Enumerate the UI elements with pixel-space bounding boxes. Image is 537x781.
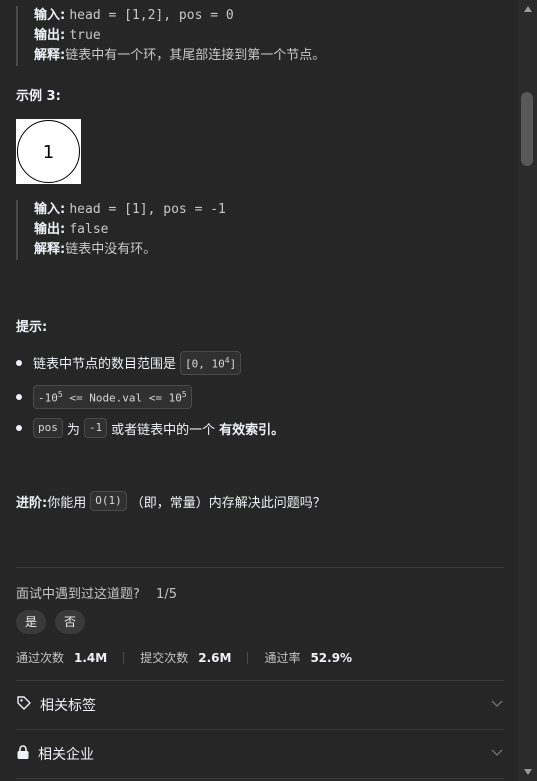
interview-count: 1/5: [156, 587, 177, 602]
hint-text: 为: [66, 422, 80, 438]
output-label: 输出:: [34, 28, 66, 43]
interview-question: 面试中遇到过这道题? 1/5: [16, 583, 177, 602]
bullet-dot: [16, 393, 22, 400]
hint-text: 链表中节点的数目范围是: [33, 357, 177, 373]
hints-heading: 提示:: [16, 320, 48, 335]
explain-label: 解释:: [34, 48, 66, 63]
divider: [16, 729, 504, 730]
input-label: 输入:: [34, 202, 66, 217]
bullet-dot: [16, 359, 22, 366]
chevron-down-icon: [490, 745, 504, 763]
related-companies-accordion[interactable]: 相关企业: [16, 739, 504, 769]
related-tags-accordion[interactable]: 相关标签: [16, 690, 504, 720]
scroll-down-arrow-icon[interactable]: [518, 765, 537, 779]
advanced-label: 进阶:: [16, 495, 48, 511]
accepted-label: 通过次数: [16, 651, 65, 665]
node-value: 1: [43, 142, 54, 163]
hint-code-pos: pos: [33, 418, 63, 438]
example-3-diagram: 1: [16, 119, 81, 184]
hint-item: pos 为 -1 或者链表中的一个 有效索引 。: [16, 418, 284, 438]
stats-row: 通过次数 1.4M 提交次数 2.6M 通过率 52.9%: [16, 649, 368, 666]
hint-code: [0, 104]: [180, 351, 242, 375]
advanced-code: O(1): [90, 491, 127, 511]
advanced-line: 进阶: 你能用 O(1) （即，常量）内存解决此问题吗？: [16, 491, 326, 511]
divider: [16, 680, 504, 681]
interview-question-text: 面试中遇到过这道题?: [16, 587, 140, 602]
lock-icon: [16, 744, 30, 764]
hint-code-neg1: -1: [83, 418, 108, 438]
input-label: 输入:: [34, 8, 66, 23]
rate-value: 52.9%: [310, 650, 353, 665]
list-node-circle: 1: [17, 120, 80, 183]
hint-bold: 有效索引: [219, 422, 272, 438]
accordion-label: 相关标签: [40, 698, 96, 714]
advanced-text-after: （即，常量）内存解决此问题吗？: [130, 495, 326, 511]
bullet-dot: [16, 425, 22, 431]
example-3-heading: 示例 3:: [16, 89, 61, 104]
scrollbar-thumb[interactable]: [521, 92, 533, 166]
explain-text: 链表中有一个环，其尾部连接到第一个节点。: [65, 48, 326, 63]
output-value: false: [69, 222, 109, 237]
hint-text: 或者链表中的一个: [111, 422, 216, 438]
explain-text: 链表中没有环。: [65, 242, 157, 257]
advanced-text: 你能用: [47, 495, 87, 511]
scrollbar[interactable]: [518, 0, 537, 781]
stat-separator: [123, 651, 125, 664]
hint-item: -105 <= Node.val <= 105: [16, 385, 192, 409]
hint-code: -105 <= Node.val <= 105: [33, 385, 192, 409]
scroll-up-arrow-icon[interactable]: [518, 2, 537, 16]
output-value: true: [69, 28, 101, 43]
tag-icon: [16, 695, 32, 715]
no-button[interactable]: 否: [55, 610, 86, 634]
hint-end: 。: [271, 422, 285, 438]
accordion-label: 相关企业: [38, 747, 94, 763]
explain-label: 解释:: [34, 242, 66, 257]
divider: [16, 778, 504, 779]
chevron-down-icon: [490, 696, 504, 714]
input-value: head = [1], pos = -1: [69, 202, 226, 217]
hint-item: 链表中节点的数目范围是 [0, 104]: [16, 351, 242, 375]
input-value: head = [1,2], pos = 0: [69, 8, 234, 23]
stat-separator: [247, 651, 249, 664]
submissions-value: 2.6M: [198, 650, 232, 665]
example-3-block: 输入: head = [1], pos = -1 输出: false 解释:链表…: [16, 200, 226, 260]
output-label: 输出:: [34, 222, 66, 237]
divider: [16, 567, 504, 568]
example-2-block: 输入: head = [1,2], pos = 0 输出: true 解释:链表…: [16, 6, 325, 66]
accepted-value: 1.4M: [74, 650, 108, 665]
yes-button[interactable]: 是: [16, 610, 47, 634]
rate-label: 通过率: [264, 651, 301, 665]
submissions-label: 提交次数: [140, 651, 189, 665]
